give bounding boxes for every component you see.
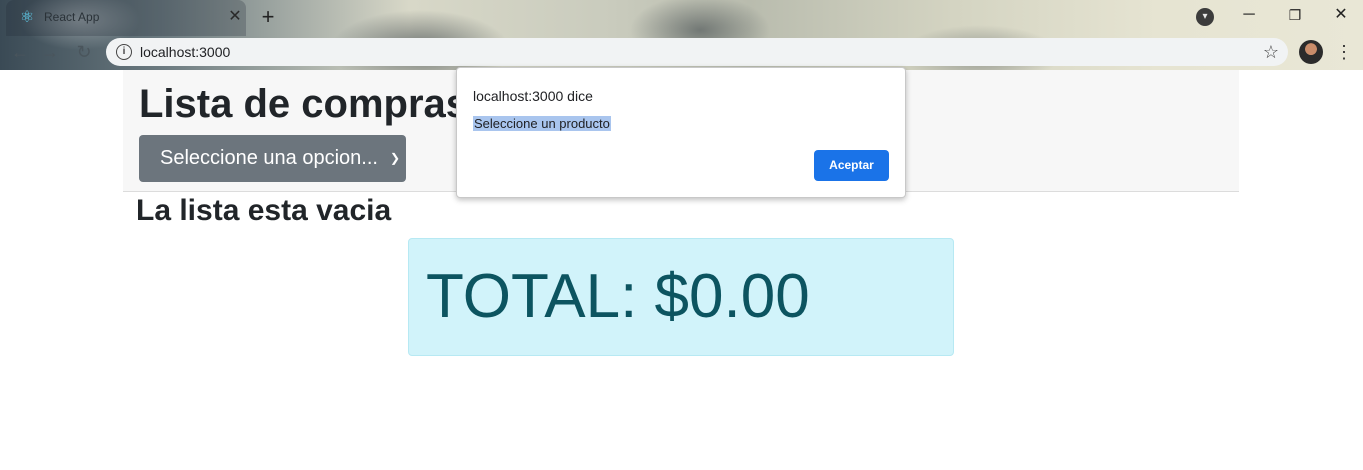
chevron-down-icon: ❯ <box>389 151 400 165</box>
total-alert: TOTAL: $0.00 <box>408 238 954 356</box>
close-window-icon[interactable]: ✕ <box>1319 0 1363 30</box>
alert-dialog: localhost:3000 dice Seleccione un produc… <box>456 67 906 198</box>
new-tab-icon[interactable]: + <box>256 6 280 30</box>
dialog-title: localhost:3000 dice <box>473 88 593 104</box>
dialog-ok-button[interactable]: Aceptar <box>814 150 889 181</box>
total-display: TOTAL: $0.00 <box>426 261 810 332</box>
dialog-message: Seleccione un producto <box>473 116 611 131</box>
menu-icon[interactable]: ⋮ <box>1335 40 1353 64</box>
profile-avatar[interactable] <box>1299 40 1323 64</box>
empty-list-message: La lista esta vacia <box>136 194 392 227</box>
total-amount: $0.00 <box>654 262 810 331</box>
tab-title: React App <box>44 10 100 24</box>
browser-tab[interactable]: ⚛ React App ✕ <box>6 0 246 36</box>
restore-icon[interactable]: ❐ <box>1273 0 1317 30</box>
forward-icon[interactable]: → <box>38 40 62 64</box>
reload-icon[interactable]: ↻ <box>72 40 96 64</box>
info-icon[interactable]: i <box>116 44 132 60</box>
url-text[interactable]: localhost:3000 <box>140 44 230 60</box>
react-icon: ⚛ <box>19 9 35 26</box>
address-bar[interactable]: i localhost:3000 ☆ <box>106 38 1288 66</box>
close-tab-icon[interactable]: ✕ <box>226 8 244 26</box>
select-value: Seleccione una opcion... <box>160 147 378 169</box>
back-icon[interactable]: ← <box>8 40 32 64</box>
browser-chrome: ⚛ React App ✕ + ▾ ─ ❐ ✕ ← → ↻ i localhos… <box>0 0 1363 70</box>
minimize-icon[interactable]: ─ <box>1227 0 1271 30</box>
product-select[interactable]: Seleccione una opcion... ❯ <box>139 135 406 182</box>
tab-search-icon[interactable]: ▾ <box>1196 8 1214 26</box>
page-title: Lista de compras <box>139 82 469 126</box>
bookmark-star-icon[interactable]: ☆ <box>1260 41 1282 63</box>
total-label: TOTAL: <box>426 262 638 331</box>
